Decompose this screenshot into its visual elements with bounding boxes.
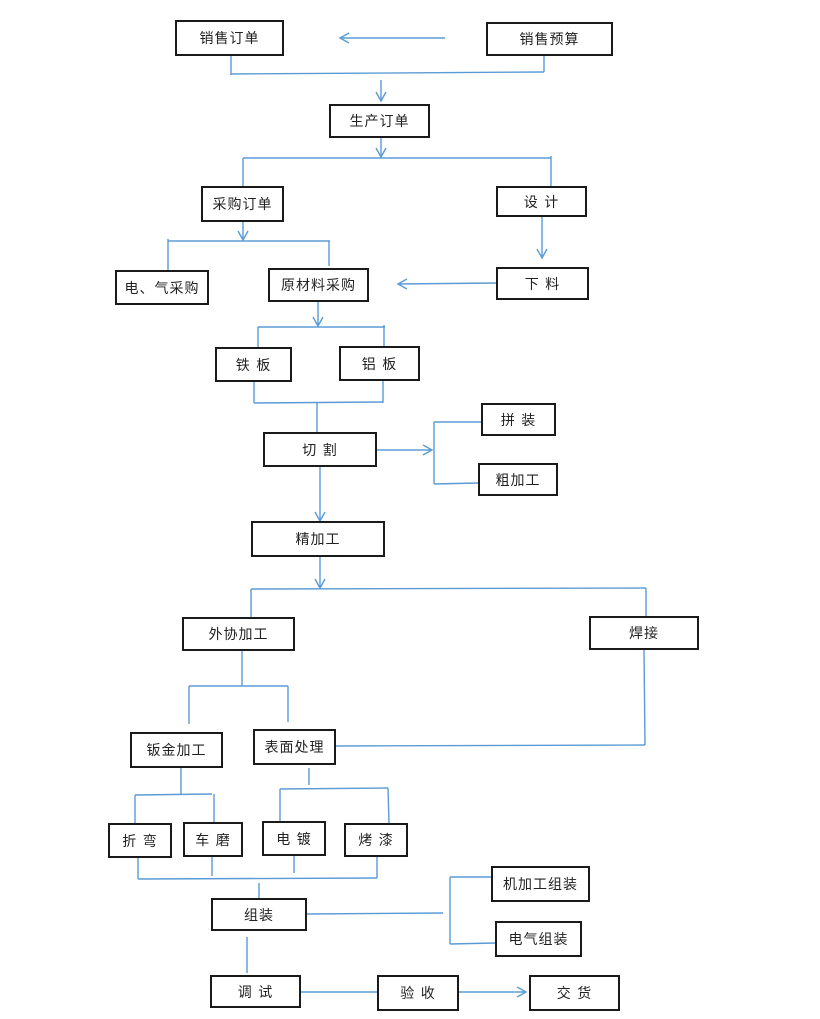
node-painting: 烤 漆	[344, 823, 408, 857]
node-label: 切 割	[302, 442, 338, 459]
node-design: 设 计	[496, 186, 587, 217]
node-label: 外协加工	[208, 627, 269, 643]
connector-line	[335, 744, 646, 747]
connector-line	[387, 787, 390, 824]
connector-line	[397, 282, 497, 285]
node-label: 销售预算	[519, 32, 580, 48]
node-label: 调 试	[237, 984, 274, 1001]
connector-line	[250, 587, 647, 590]
connector-layer	[134, 32, 647, 998]
node-sheet-metal: 钣金加工	[130, 732, 223, 768]
connector-line	[134, 793, 213, 796]
node-label: 交 货	[556, 986, 593, 1002]
connector-line	[230, 71, 545, 75]
node-label: 机加工组装	[503, 877, 578, 893]
connector-line	[643, 649, 646, 746]
node-label: 焊接	[629, 626, 659, 642]
node-label: 电气组装	[508, 932, 569, 948]
node-label: 组装	[244, 907, 274, 924]
node-aluminum-plate: 铝 板	[339, 346, 420, 381]
connector-line	[449, 942, 496, 945]
node-label: 验 收	[400, 986, 436, 1002]
node-label: 电、气采购	[124, 280, 200, 297]
connector-line	[253, 401, 384, 404]
node-sales-order: 销售订单	[175, 20, 284, 56]
connector-line	[433, 482, 479, 485]
node-blanking: 下 料	[496, 267, 589, 300]
flowchart-canvas: 销售订单 销售预算 生产订单 采购订单 设 计 电、气采购 原材料采购 下 料 …	[0, 0, 820, 1019]
node-label: 设 计	[523, 194, 560, 211]
node-label: 折 弯	[122, 833, 158, 850]
node-label: 铁 板	[235, 357, 272, 374]
node-iron-plate: 铁 板	[215, 347, 292, 382]
node-debugging: 调 试	[210, 975, 301, 1008]
node-welding: 焊接	[589, 616, 699, 650]
node-electric-gas-purchase: 电、气采购	[115, 270, 209, 305]
node-label: 烤 漆	[358, 833, 394, 849]
node-cutting: 切 割	[263, 432, 377, 467]
connector-line	[306, 912, 444, 915]
node-delivery: 交 货	[529, 975, 620, 1011]
connector-line	[137, 877, 378, 880]
node-label: 粗加工	[495, 472, 541, 489]
node-production-order: 生产订单	[329, 104, 430, 138]
node-acceptance: 验 收	[377, 975, 459, 1011]
node-label: 原材料采购	[281, 278, 356, 294]
node-turning-grinding: 车 磨	[183, 822, 243, 857]
node-label: 钣金加工	[146, 743, 207, 759]
node-surface-treatment: 表面处理	[253, 729, 336, 765]
node-outsourced-processing: 外协加工	[182, 617, 295, 651]
node-label: 电 镀	[276, 831, 312, 848]
node-label: 拼 装	[500, 412, 537, 429]
node-label: 铝 板	[361, 356, 398, 373]
node-raw-material-purchase: 原材料采购	[268, 268, 369, 302]
node-purchase-order: 采购订单	[201, 186, 284, 222]
node-label: 生产订单	[349, 114, 410, 130]
node-label: 下 料	[524, 276, 561, 293]
node-machining-assembly: 机加工组装	[491, 866, 590, 902]
node-assembly: 组装	[211, 898, 307, 931]
node-bending: 折 弯	[108, 823, 172, 858]
node-label: 采购订单	[212, 197, 273, 213]
node-electroplating: 电 镀	[262, 821, 326, 856]
node-label: 车 磨	[195, 832, 231, 849]
node-finish-machining: 精加工	[251, 521, 385, 557]
connector-line	[279, 787, 389, 790]
node-electrical-assembly: 电气组装	[495, 921, 582, 957]
node-label: 表面处理	[264, 740, 325, 756]
node-rough-machining: 粗加工	[478, 463, 558, 496]
node-label: 精加工	[295, 532, 341, 548]
node-label: 销售订单	[199, 31, 260, 47]
node-sales-budget: 销售预算	[486, 22, 613, 56]
node-assembly-splice: 拼 装	[481, 403, 556, 436]
